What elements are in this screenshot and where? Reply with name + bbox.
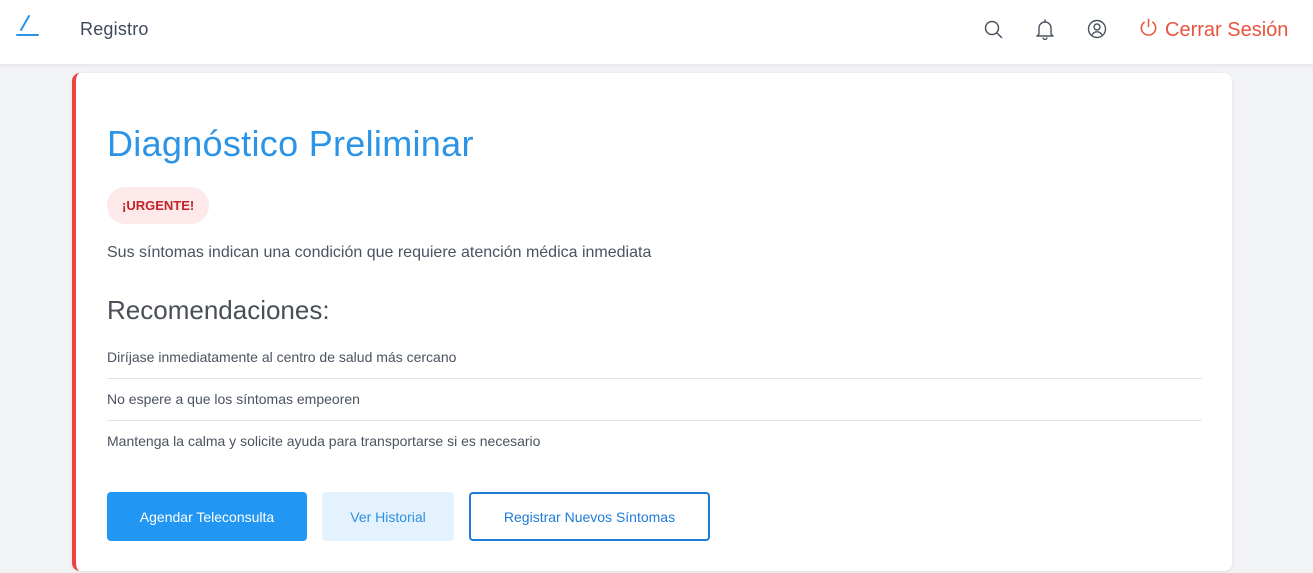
bell-icon[interactable] [1034,18,1056,41]
schedule-teleconsult-button[interactable]: Agendar Teleconsulta [107,492,307,541]
recommendations-heading: Recomendaciones: [107,295,330,325]
user-icon[interactable] [1086,18,1108,40]
diagnosis-summary: Sus síntomas indican una condición que r… [107,244,652,261]
list-item: Diríjase inmediatamente al centro de sal… [107,337,1202,379]
diagnosis-card: Diagnóstico Preliminar ¡URGENTE! Sus sín… [72,73,1232,571]
urgent-badge: ¡URGENTE! [107,187,210,224]
logout-label: Cerrar Sesión [1165,18,1289,41]
pencil-line-icon[interactable] [14,12,42,40]
list-item: No espere a que los síntomas empeoren [107,379,1202,421]
list-item: Mantenga la calma y solicite ayuda para … [107,433,541,449]
recommendations-list: Diríjase inmediatamente al centro de sal… [107,337,1202,463]
logout-button[interactable]: Cerrar Sesión [1138,16,1288,44]
search-icon[interactable] [982,18,1004,40]
power-icon [1138,17,1159,44]
view-history-button[interactable]: Ver Historial [322,492,454,541]
brand-title[interactable]: Registro [80,19,149,40]
page-title: Diagnóstico Preliminar [107,123,474,164]
top-navbar: Registro Cerrar Sesión [0,0,1313,64]
register-symptoms-button[interactable]: Registrar Nuevos Síntomas [469,492,710,541]
